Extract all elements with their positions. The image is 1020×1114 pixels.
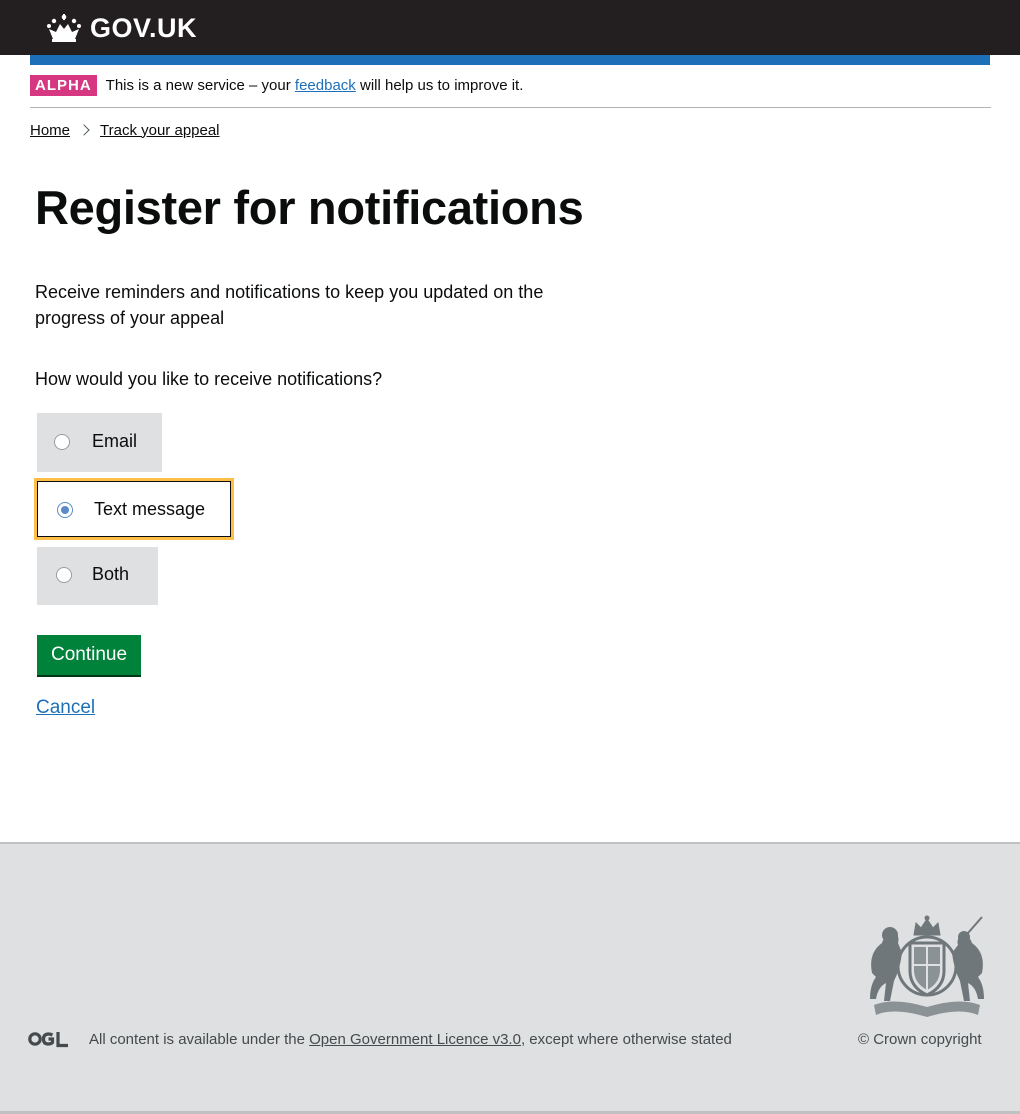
radio-option-email[interactable]: Email <box>37 413 162 472</box>
radio-button-both[interactable] <box>56 567 72 583</box>
crown-copyright-link[interactable]: © Crown copyright <box>858 1031 982 1048</box>
notification-question: How would you like to receive notificati… <box>35 369 383 389</box>
phase-banner: ALPHA This is a new service – your feedb… <box>30 75 991 108</box>
open-government-licence-link[interactable]: Open Government Licence v3.0 <box>309 1031 521 1048</box>
intro-text: Receive reminders and notifications to k… <box>35 282 544 328</box>
licence-text-after: , except where otherwise stated <box>520 1031 732 1048</box>
royal-coat-of-arms-icon <box>870 915 984 1017</box>
breadcrumb-home[interactable]: Home <box>30 122 70 139</box>
cancel-link[interactable]: Cancel <box>36 695 95 721</box>
radio-label-email[interactable]: Email <box>92 431 137 452</box>
breadcrumb: Home Track your appeal <box>30 120 220 140</box>
crown-icon <box>47 14 81 42</box>
feedback-link[interactable]: feedback <box>295 77 356 94</box>
radio-option-both[interactable]: Both <box>37 547 158 605</box>
licence-text-before: All content is available under the <box>89 1031 310 1048</box>
govuk-logotype: GOV.UK <box>90 13 198 43</box>
chevron-right-icon <box>78 124 90 136</box>
radio-button-text-message[interactable] <box>57 502 73 518</box>
copyright: © Crown copyright <box>858 1030 982 1050</box>
site-header: GOV.UK <box>0 0 1020 55</box>
phase-banner-text: This is a new service – your feedback wi… <box>106 75 524 96</box>
phase-text-before: This is a new service – your <box>105 77 295 94</box>
header-blue-bar <box>30 55 990 65</box>
ogl-logo-icon <box>28 1032 68 1048</box>
govuk-logo-link[interactable]: GOV.UK <box>46 12 197 44</box>
radio-label-both[interactable]: Both <box>92 564 129 585</box>
continue-button[interactable]: Continue <box>37 635 141 675</box>
radio-option-text-message[interactable]: Text message <box>34 478 234 540</box>
licence-text: All content is available under the Open … <box>89 1030 732 1050</box>
page-title: Register for notifications <box>35 181 584 234</box>
radio-button-email[interactable] <box>54 434 70 450</box>
breadcrumb-track-your-appeal[interactable]: Track your appeal <box>100 122 220 139</box>
phase-text-after: will help us to improve it. <box>355 77 524 94</box>
phase-tag: ALPHA <box>30 75 97 96</box>
radio-label-text-message[interactable]: Text message <box>94 499 205 520</box>
